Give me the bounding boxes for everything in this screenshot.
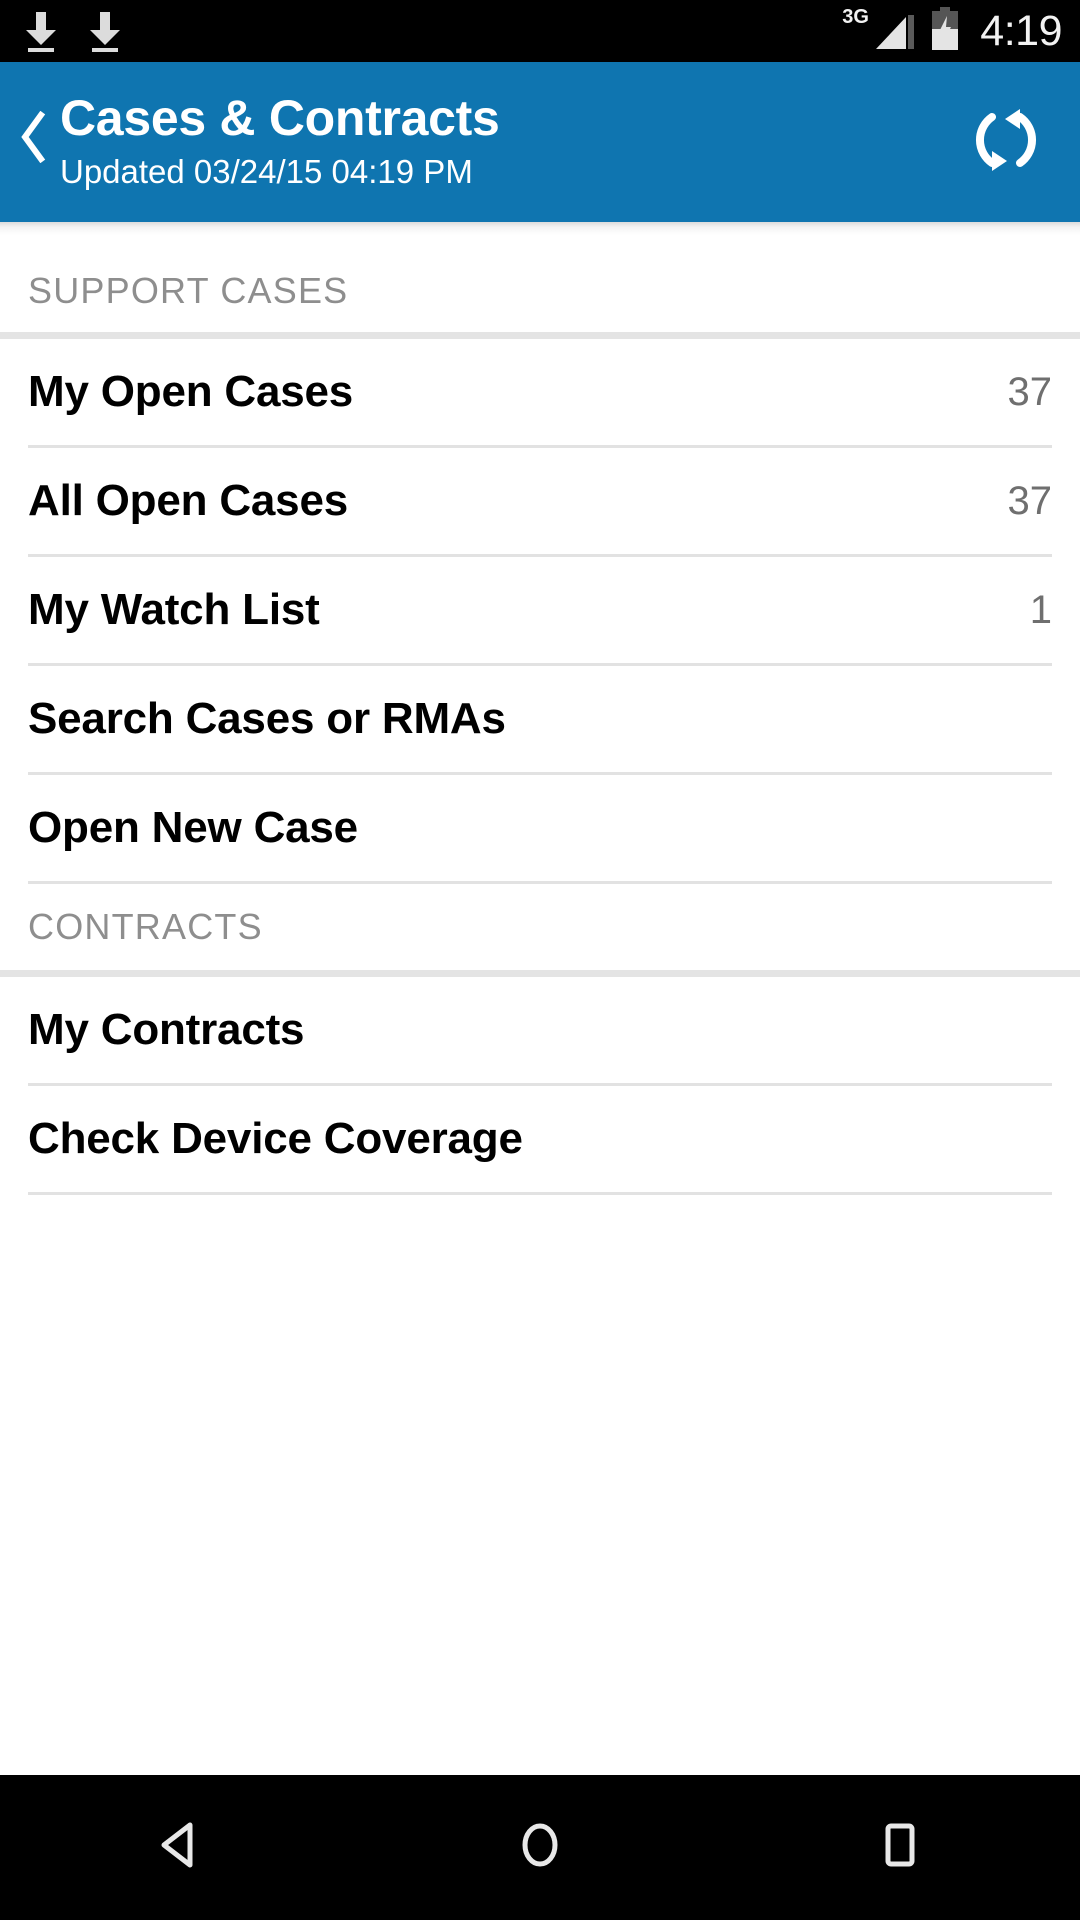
back-chevron-icon (19, 110, 49, 168)
refresh-button[interactable] (958, 94, 1054, 190)
section-divider (0, 970, 1080, 977)
list-item-my-contracts[interactable]: My Contracts (0, 977, 1080, 1083)
signal-bars-icon: 3G (842, 7, 916, 51)
network-type-label: 3G (842, 6, 869, 28)
status-bar-indicators: 3G 4:19 (842, 6, 1062, 56)
row-divider (28, 1192, 1052, 1195)
list-item-count: 37 (1007, 370, 1053, 414)
status-bar-notifications (22, 10, 124, 52)
list-item-label: All Open Cases (28, 476, 348, 525)
list-item-open-new-case[interactable]: Open New Case (0, 775, 1080, 881)
list-item-my-watch-list[interactable]: My Watch List 1 (0, 557, 1080, 663)
status-bar-clock: 4:19 (980, 6, 1062, 55)
list-item-label: My Open Cases (28, 367, 354, 416)
section-label: SUPPORT CASES (28, 270, 349, 311)
app-bar-shadow (0, 222, 1080, 236)
section-header-contracts: CONTRACTS (0, 884, 1080, 970)
nav-home-button[interactable] (450, 1775, 630, 1920)
status-bar: 3G 4:19 (0, 0, 1080, 62)
app-bar: Cases & Contracts Updated 03/24/15 04:19… (0, 62, 1080, 222)
nav-back-icon (152, 1817, 208, 1878)
list-item-count: 37 (1007, 479, 1053, 523)
refresh-sync-icon (967, 101, 1045, 184)
list-item-label: My Contracts (28, 1005, 305, 1054)
section-divider (0, 332, 1080, 339)
list-item-label: Check Device Coverage (28, 1114, 523, 1163)
list-item-label: Search Cases or RMAs (28, 694, 506, 743)
app-bar-titles: Cases & Contracts Updated 03/24/15 04:19… (60, 89, 946, 192)
list-item-label: My Watch List (28, 585, 320, 634)
system-navigation-bar (0, 1775, 1080, 1920)
list-content: SUPPORT CASES My Open Cases 37 All Open … (0, 236, 1080, 1775)
nav-recents-icon (872, 1817, 928, 1878)
nav-recents-button[interactable] (810, 1775, 990, 1920)
list-item-label: Open New Case (28, 803, 358, 852)
section-label: CONTRACTS (28, 906, 263, 947)
list-item-all-open-cases[interactable]: All Open Cases 37 (0, 448, 1080, 554)
download-icon (86, 10, 124, 52)
list-item-check-device-coverage[interactable]: Check Device Coverage (0, 1086, 1080, 1192)
page-title: Cases & Contracts (60, 89, 500, 146)
list-item-my-open-cases[interactable]: My Open Cases 37 (0, 339, 1080, 445)
nav-home-icon (512, 1817, 568, 1878)
nav-back-button[interactable] (90, 1775, 270, 1920)
back-button[interactable] (10, 110, 58, 174)
list-item-search-cases-or-rmas[interactable]: Search Cases or RMAs (0, 666, 1080, 772)
list-item-count: 1 (1029, 588, 1052, 632)
download-icon (22, 10, 60, 52)
phone-screen: 3G 4:19 Cases & Contracts Updated 03/24/… (0, 0, 1080, 1920)
section-header-support-cases: SUPPORT CASES (0, 236, 1080, 332)
last-updated-label: Updated 03/24/15 04:19 PM (60, 152, 473, 190)
battery-charging-icon (930, 6, 960, 56)
